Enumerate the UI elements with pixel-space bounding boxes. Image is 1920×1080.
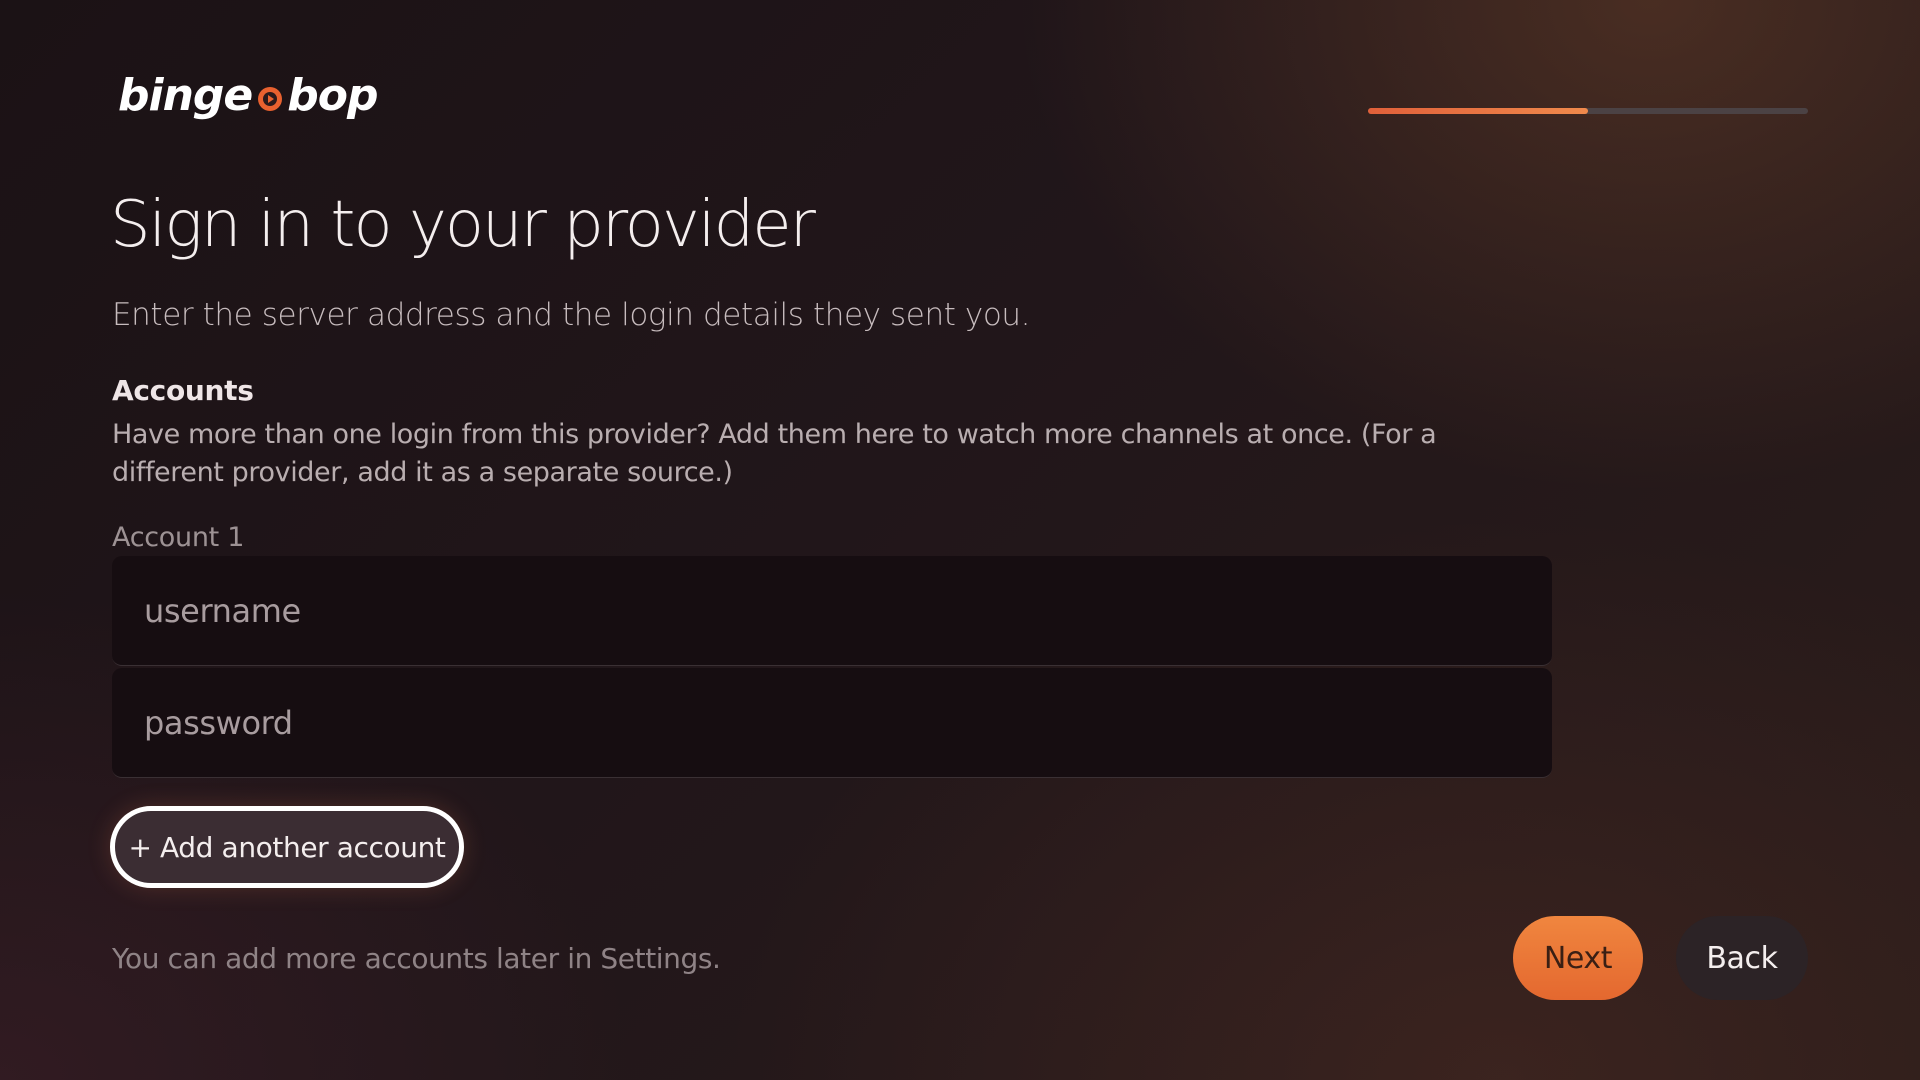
page-subtitle: Enter the server address and the login d…: [112, 297, 1031, 333]
add-another-account-button[interactable]: + Add another account: [110, 806, 464, 888]
username-field-container: [112, 556, 1552, 666]
brand-logo-word2: bop: [287, 70, 378, 121]
username-input[interactable]: [144, 591, 1552, 630]
account-1-label: Account 1: [112, 522, 245, 553]
setup-progress-bar: [1368, 108, 1808, 114]
accounts-heading: Accounts: [112, 374, 254, 407]
back-button[interactable]: Back: [1676, 916, 1808, 1000]
next-button[interactable]: Next: [1513, 916, 1643, 1000]
play-circle-icon: [258, 86, 283, 111]
setup-progress-fill: [1368, 108, 1588, 114]
password-input[interactable]: [144, 703, 1552, 742]
footer-note: You can add more accounts later in Setti…: [112, 942, 721, 975]
password-field-container: [112, 668, 1552, 778]
brand-logo: binge bop: [118, 70, 378, 121]
accounts-description: Have more than one login from this provi…: [112, 419, 1437, 488]
brand-logo-word1: binge: [118, 70, 253, 121]
page-title: Sign in to your provider: [110, 188, 816, 262]
